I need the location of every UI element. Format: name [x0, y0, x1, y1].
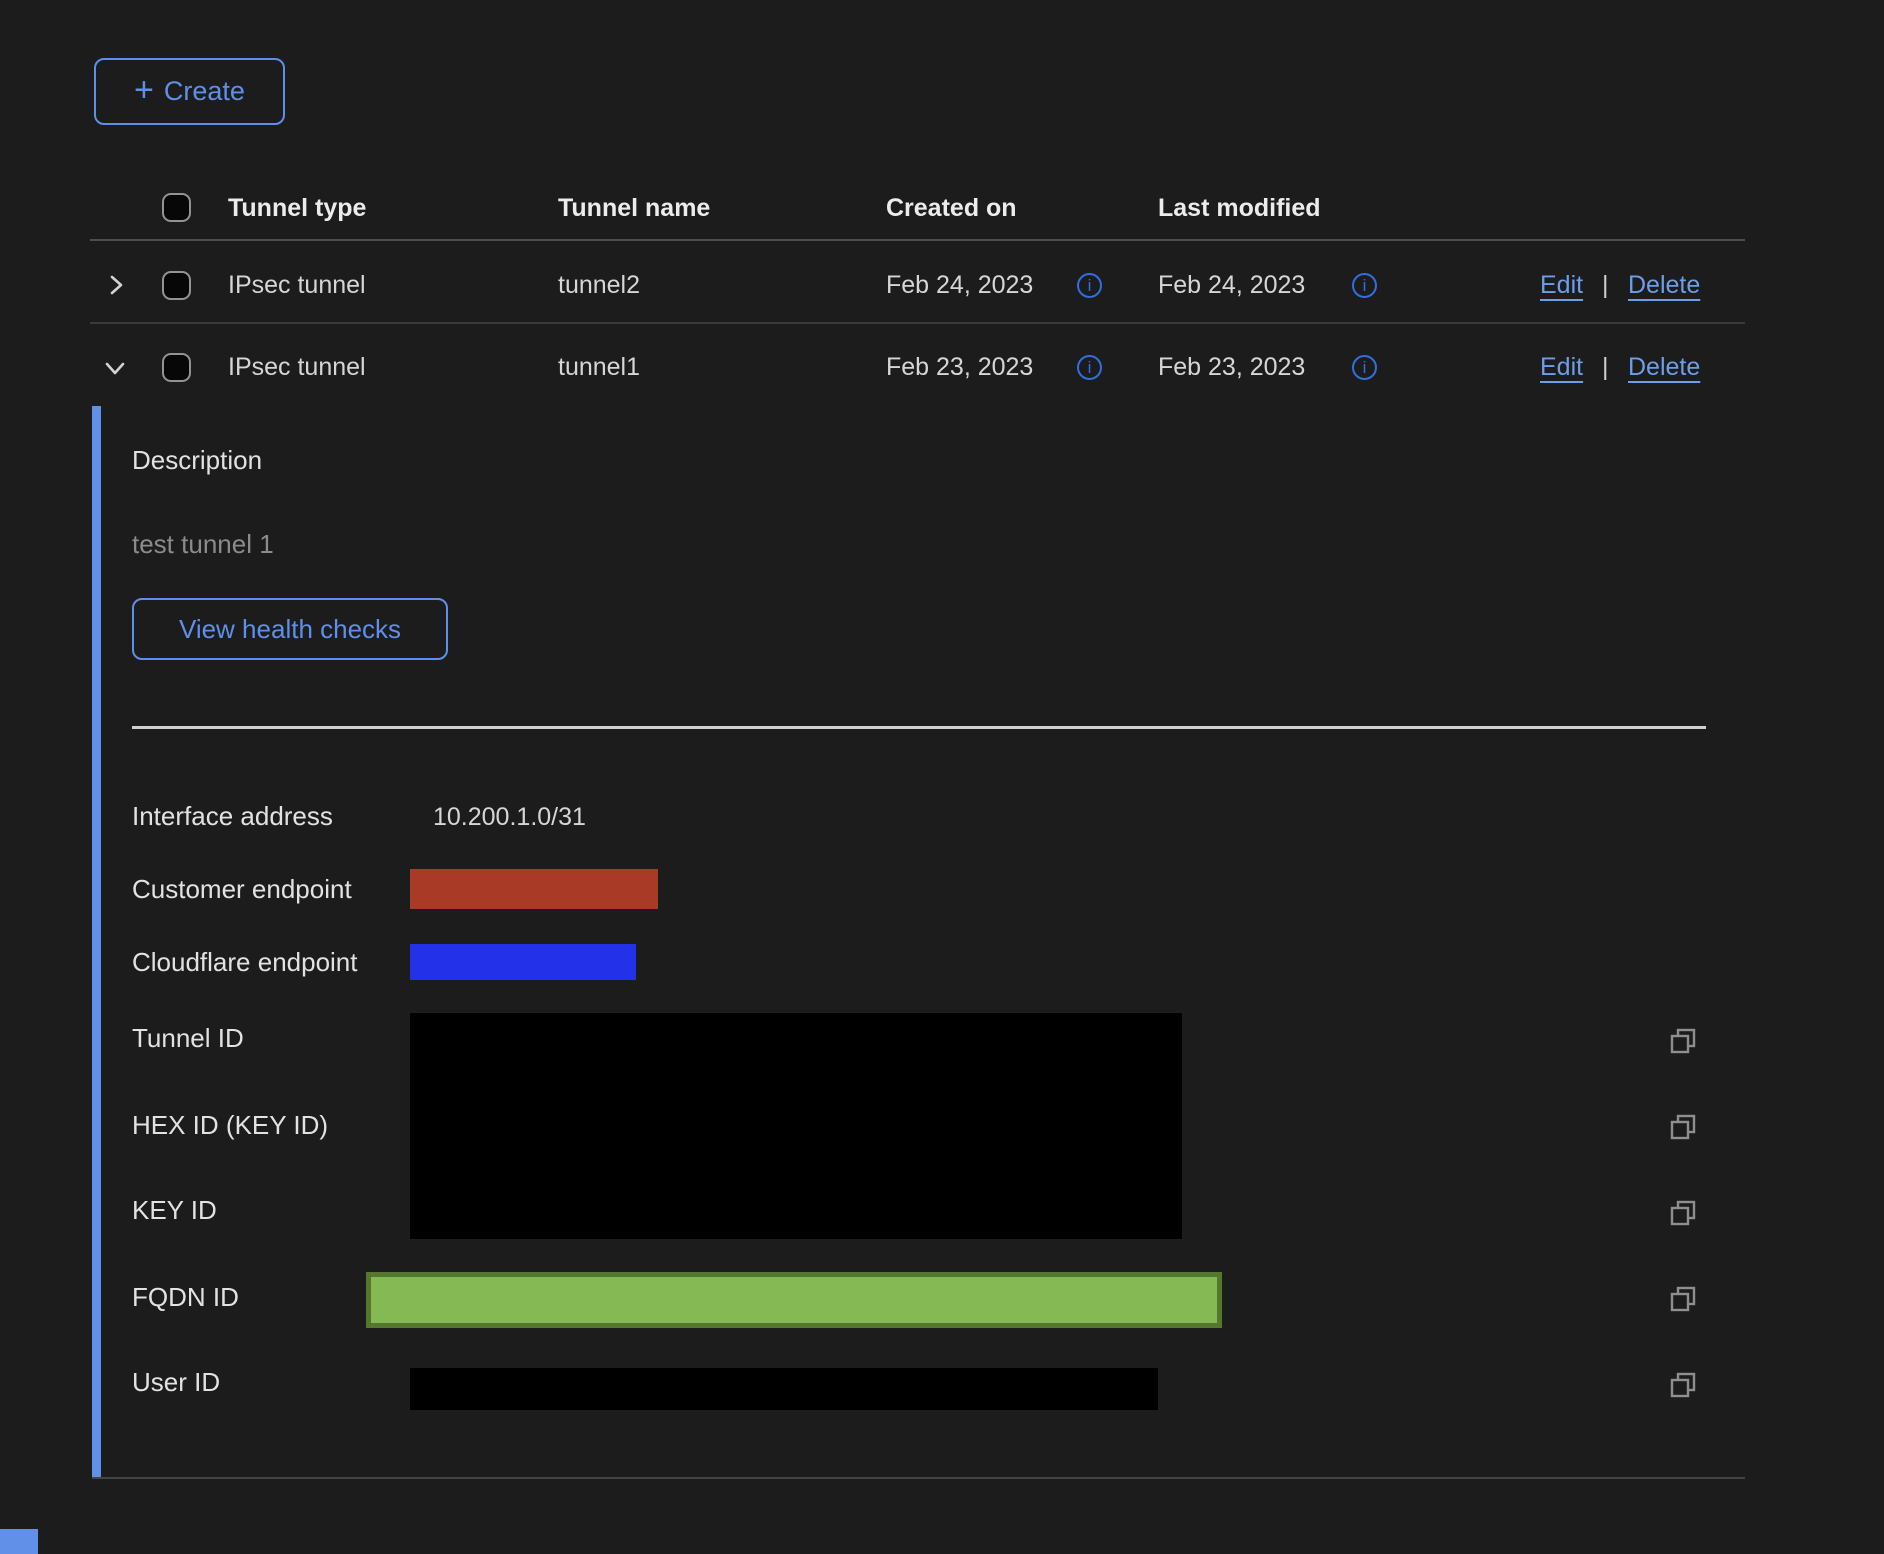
redacted-user-id — [410, 1368, 1158, 1410]
info-glyph: i — [1363, 357, 1367, 378]
edit-link-tunnel2[interactable]: Edit — [1540, 269, 1583, 301]
delete-link-tunnel2[interactable]: Delete — [1628, 269, 1700, 301]
header-divider — [90, 239, 1745, 241]
redacted-cloudflare-endpoint — [410, 944, 636, 980]
row-checkbox-tunnel1[interactable] — [162, 353, 191, 382]
create-button[interactable]: + Create — [94, 58, 285, 125]
info-icon[interactable]: i — [1077, 355, 1102, 380]
copy-icon-user-id[interactable] — [1668, 1370, 1698, 1405]
field-value-interface-address: 10.200.1.0/31 — [433, 801, 586, 833]
expanded-row-bottom-divider — [92, 1477, 1745, 1479]
row-checkbox-tunnel2[interactable] — [162, 271, 191, 300]
delete-link-tunnel1[interactable]: Delete — [1628, 351, 1700, 383]
field-label-fqdn-id: FQDN ID — [132, 1281, 239, 1314]
view-health-checks-button[interactable]: View health checks — [132, 598, 448, 660]
field-label-hex-id: HEX ID (KEY ID) — [132, 1109, 328, 1142]
field-label-interface-address: Interface address — [132, 800, 333, 833]
info-icon[interactable]: i — [1352, 355, 1377, 380]
copy-icon-fqdn-id[interactable] — [1668, 1284, 1698, 1319]
cell-last-modified: Feb 23, 2023 — [1158, 351, 1305, 383]
cell-last-modified: Feb 24, 2023 — [1158, 269, 1305, 301]
chevron-down-icon[interactable] — [102, 355, 128, 386]
field-label-user-id: User ID — [132, 1366, 220, 1399]
field-label-cloudflare-endpoint: Cloudflare endpoint — [132, 946, 358, 979]
cell-created-on: Feb 23, 2023 — [886, 351, 1033, 383]
cell-created-on: Feb 24, 2023 — [886, 269, 1033, 301]
ipsec-tunnels-page: + Create Tunnel type Tunnel name Created… — [0, 0, 1884, 1554]
column-header-created-on: Created on — [886, 192, 1017, 224]
copy-icon-tunnel-id[interactable] — [1668, 1026, 1698, 1061]
info-icon[interactable]: i — [1077, 273, 1102, 298]
chevron-right-icon[interactable] — [103, 272, 129, 303]
create-button-label: Create — [164, 76, 245, 107]
description-value: test tunnel 1 — [132, 528, 274, 561]
action-separator: | — [1602, 269, 1609, 301]
copy-icon-hex-id[interactable] — [1668, 1112, 1698, 1147]
info-glyph: i — [1363, 275, 1367, 296]
edit-link-tunnel1[interactable]: Edit — [1540, 351, 1583, 383]
info-glyph: i — [1088, 357, 1092, 378]
plus-icon: + — [134, 73, 154, 107]
panel-divider — [132, 726, 1706, 729]
redacted-tunnel-id-hex-id-key-id — [410, 1013, 1182, 1239]
column-header-tunnel-type: Tunnel type — [228, 192, 366, 224]
action-separator: | — [1602, 351, 1609, 383]
copy-icon-key-id[interactable] — [1668, 1198, 1698, 1233]
redacted-customer-endpoint — [410, 869, 658, 909]
info-glyph: i — [1088, 275, 1092, 296]
field-label-tunnel-id: Tunnel ID — [132, 1022, 244, 1055]
cell-tunnel-name: tunnel1 — [558, 351, 640, 383]
column-header-tunnel-name: Tunnel name — [558, 192, 710, 224]
cut-off-blue-element — [0, 1529, 38, 1554]
select-all-checkbox[interactable] — [162, 193, 191, 222]
field-label-customer-endpoint: Customer endpoint — [132, 873, 352, 906]
column-header-last-modified: Last modified — [1158, 192, 1321, 224]
info-icon[interactable]: i — [1352, 273, 1377, 298]
description-label: Description — [132, 444, 262, 477]
cell-tunnel-type: IPsec tunnel — [228, 351, 366, 383]
redacted-fqdn-id — [366, 1272, 1222, 1328]
cell-tunnel-name: tunnel2 — [558, 269, 640, 301]
row-divider — [90, 322, 1745, 324]
cell-tunnel-type: IPsec tunnel — [228, 269, 366, 301]
field-label-key-id: KEY ID — [132, 1194, 217, 1227]
expanded-row-indicator-bar — [92, 406, 101, 1478]
